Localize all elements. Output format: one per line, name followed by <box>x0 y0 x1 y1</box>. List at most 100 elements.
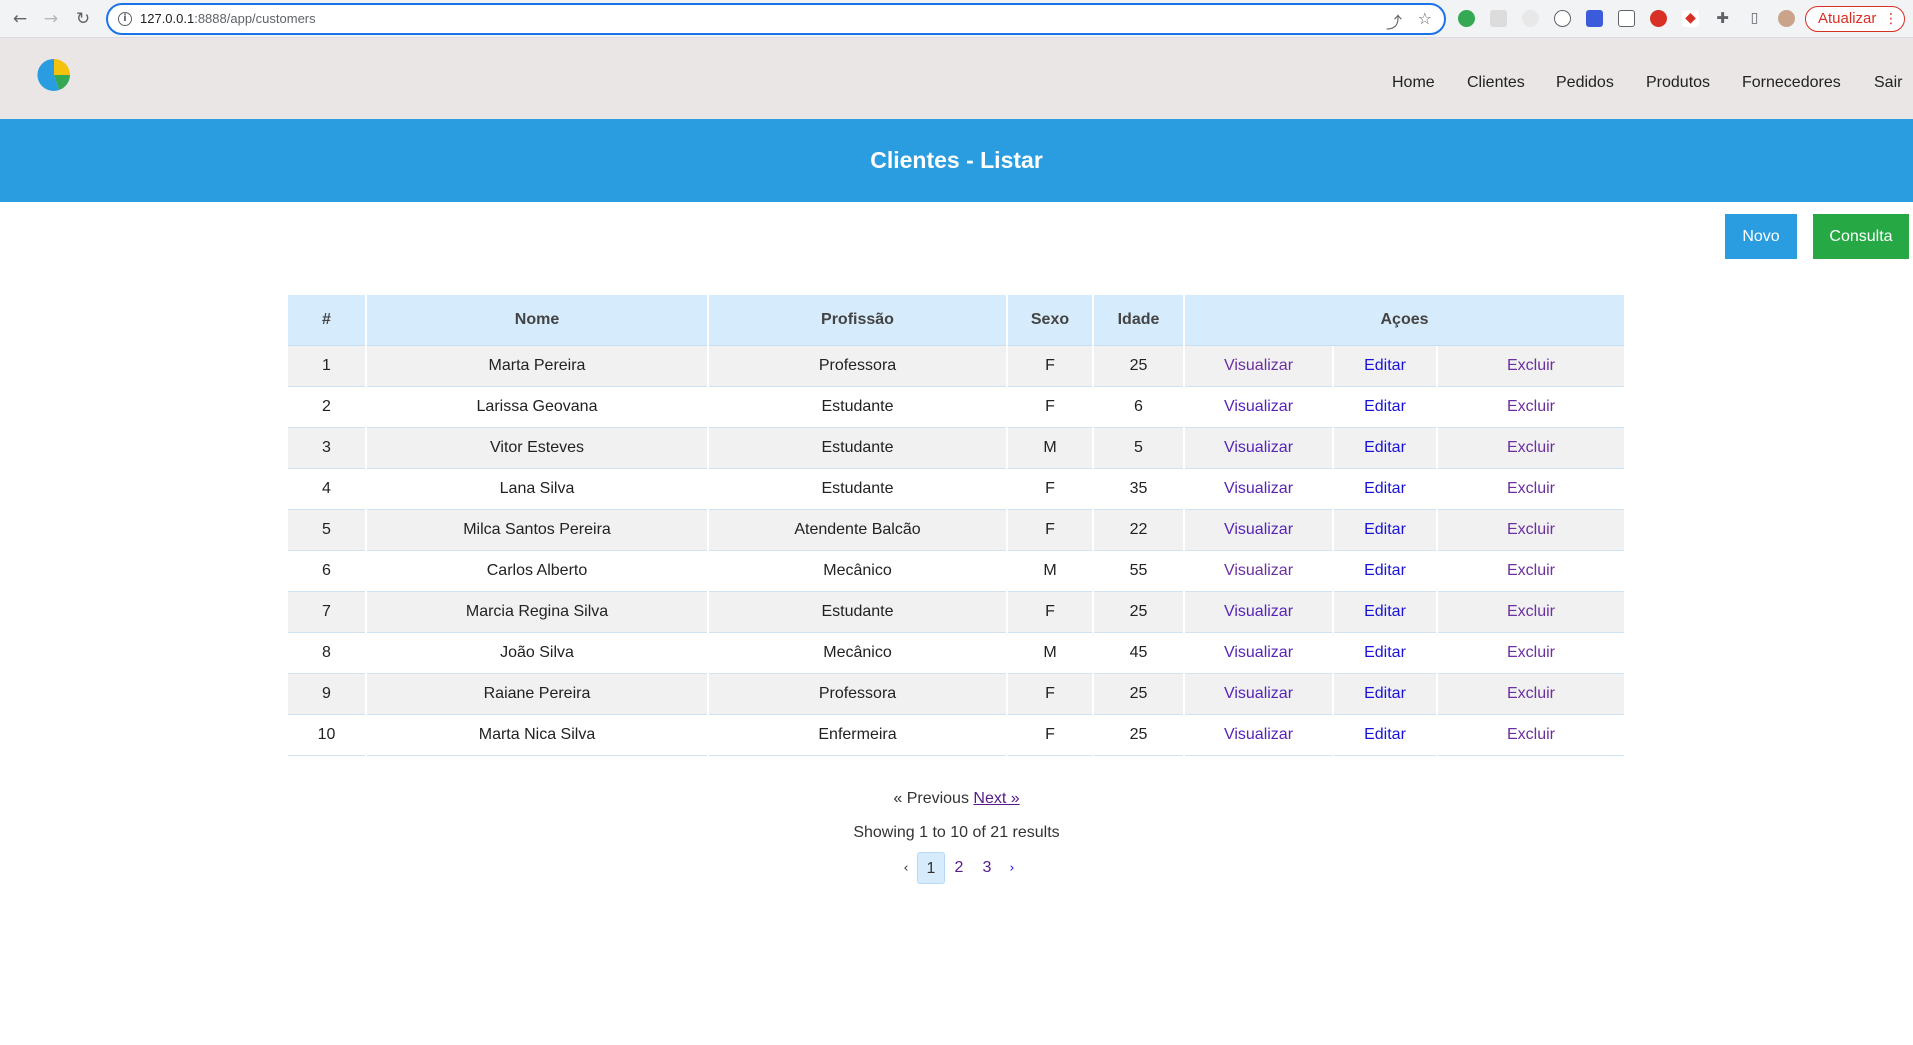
cell-sex: F <box>1008 346 1092 387</box>
new-button[interactable]: Novo <box>1725 214 1797 259</box>
edit-link[interactable]: Editar <box>1364 603 1406 620</box>
nav-fornecedores[interactable]: Fornecedores <box>1742 74 1841 92</box>
view-link[interactable]: Visualizar <box>1224 644 1293 661</box>
nav-home[interactable]: Home <box>1392 74 1435 92</box>
nav-pedidos[interactable]: Pedidos <box>1556 74 1614 92</box>
cell-action: Visualizar <box>1185 469 1332 510</box>
forward-arrow-icon[interactable]: → <box>39 7 63 31</box>
extension-icon[interactable]: ◆ <box>1682 10 1699 27</box>
extensions-puzzle-icon[interactable]: ✚ <box>1714 10 1731 27</box>
edit-link[interactable]: Editar <box>1364 439 1406 456</box>
extension-icon[interactable] <box>1458 10 1475 27</box>
cell-profession: Professora <box>709 674 1006 715</box>
view-link[interactable]: Visualizar <box>1224 398 1293 415</box>
view-link[interactable]: Visualizar <box>1224 357 1293 374</box>
view-link[interactable]: Visualizar <box>1224 603 1293 620</box>
table-row: 4 Lana Silva Estudante F 35 Visualizar Editar E… <box>288 469 1624 510</box>
column-header-profession: Profissão <box>709 295 1006 346</box>
edit-link[interactable]: Editar <box>1364 726 1406 743</box>
cell-id: 1 <box>288 346 365 387</box>
cell-age: 25 <box>1094 592 1183 633</box>
page-3[interactable]: 3 <box>973 852 1001 884</box>
cell-action: Editar <box>1334 387 1436 428</box>
profile-avatar[interactable] <box>1778 10 1795 27</box>
cell-action: Visualizar <box>1185 551 1332 592</box>
delete-link[interactable]: Excluir <box>1507 439 1555 456</box>
cell-action: Editar <box>1334 674 1436 715</box>
cell-profession: Estudante <box>709 469 1006 510</box>
extension-icon[interactable] <box>1554 10 1571 27</box>
cell-id: 8 <box>288 633 365 674</box>
view-link[interactable]: Visualizar <box>1224 562 1293 579</box>
cell-action: Visualizar <box>1185 428 1332 469</box>
cell-action: Editar <box>1334 551 1436 592</box>
cell-action: Excluir <box>1438 346 1624 387</box>
cell-name: Vitor Esteves <box>367 428 707 469</box>
delete-link[interactable]: Excluir <box>1507 685 1555 702</box>
update-browser-button[interactable]: Atualizar ⋮ <box>1805 6 1905 32</box>
cell-action: Excluir <box>1438 633 1624 674</box>
cell-action: Editar <box>1334 510 1436 551</box>
view-link[interactable]: Visualizar <box>1224 685 1293 702</box>
next-page-chevron-icon[interactable]: › <box>1001 861 1023 876</box>
share-icon[interactable]: ⤴ <box>1386 9 1402 33</box>
url-text[interactable]: 127.0.0.1:8888/app/customers <box>140 11 316 26</box>
bookmark-star-icon[interactable]: ☆ <box>1418 9 1432 28</box>
cell-name: Raiane Pereira <box>367 674 707 715</box>
site-info-icon[interactable]: i <box>118 12 132 26</box>
cell-action: Visualizar <box>1185 510 1332 551</box>
back-arrow-icon[interactable]: ← <box>8 7 32 31</box>
cell-name: Carlos Alberto <box>367 551 707 592</box>
delete-link[interactable]: Excluir <box>1507 562 1555 579</box>
view-link[interactable]: Visualizar <box>1224 480 1293 497</box>
table-row: 7 Marcia Regina Silva Estudante F 25 Visualiz… <box>288 592 1624 633</box>
view-link[interactable]: Visualizar <box>1224 726 1293 743</box>
delete-link[interactable]: Excluir <box>1507 603 1555 620</box>
delete-link[interactable]: Excluir <box>1507 480 1555 497</box>
table-header-row: # Nome Profissão Sexo Idade Açoes <box>288 295 1624 346</box>
view-link[interactable]: Visualizar <box>1224 439 1293 456</box>
edit-link[interactable]: Editar <box>1364 685 1406 702</box>
cell-id: 5 <box>288 510 365 551</box>
view-link[interactable]: Visualizar <box>1224 521 1293 538</box>
cell-sex: F <box>1008 387 1092 428</box>
address-bar[interactable]: i 127.0.0.1:8888/app/customers ⤴ ☆ <box>106 3 1446 35</box>
delete-link[interactable]: Excluir <box>1507 726 1555 743</box>
edit-link[interactable]: Editar <box>1364 644 1406 661</box>
edit-link[interactable]: Editar <box>1364 398 1406 415</box>
query-button[interactable]: Consulta <box>1813 214 1909 259</box>
edit-link[interactable]: Editar <box>1364 521 1406 538</box>
cell-action: Excluir <box>1438 387 1624 428</box>
extension-icon[interactable] <box>1490 10 1507 27</box>
extension-icon[interactable] <box>1586 10 1603 27</box>
cell-name: Lana Silva <box>367 469 707 510</box>
cell-name: Marcia Regina Silva <box>367 592 707 633</box>
cell-action: Excluir <box>1438 592 1624 633</box>
reload-icon[interactable]: ↻ <box>71 7 95 31</box>
cell-id: 10 <box>288 715 365 756</box>
nav-produtos[interactable]: Produtos <box>1646 74 1710 92</box>
delete-link[interactable]: Excluir <box>1507 521 1555 538</box>
delete-link[interactable]: Excluir <box>1507 357 1555 374</box>
pie-chart-logo-icon[interactable] <box>37 58 71 92</box>
cell-action: Visualizar <box>1185 715 1332 756</box>
delete-link[interactable]: Excluir <box>1507 644 1555 661</box>
delete-link[interactable]: Excluir <box>1507 398 1555 415</box>
cell-action: Excluir <box>1438 715 1624 756</box>
nav-sair[interactable]: Sair <box>1874 74 1902 92</box>
next-link[interactable]: Next » <box>973 790 1019 807</box>
more-menu-icon[interactable]: ⋮ <box>1884 7 1898 31</box>
extension-icon[interactable] <box>1522 10 1539 27</box>
edit-link[interactable]: Editar <box>1364 480 1406 497</box>
record-icon[interactable] <box>1650 10 1667 27</box>
page-2[interactable]: 2 <box>945 852 973 884</box>
cell-age: 55 <box>1094 551 1183 592</box>
nav-clientes[interactable]: Clientes <box>1467 74 1525 92</box>
cell-age: 45 <box>1094 633 1183 674</box>
cell-profession: Enfermeira <box>709 715 1006 756</box>
edit-link[interactable]: Editar <box>1364 562 1406 579</box>
cell-action: Visualizar <box>1185 674 1332 715</box>
edit-link[interactable]: Editar <box>1364 357 1406 374</box>
extension-icon[interactable] <box>1618 10 1635 27</box>
side-panel-icon[interactable]: ▯ <box>1746 10 1763 27</box>
